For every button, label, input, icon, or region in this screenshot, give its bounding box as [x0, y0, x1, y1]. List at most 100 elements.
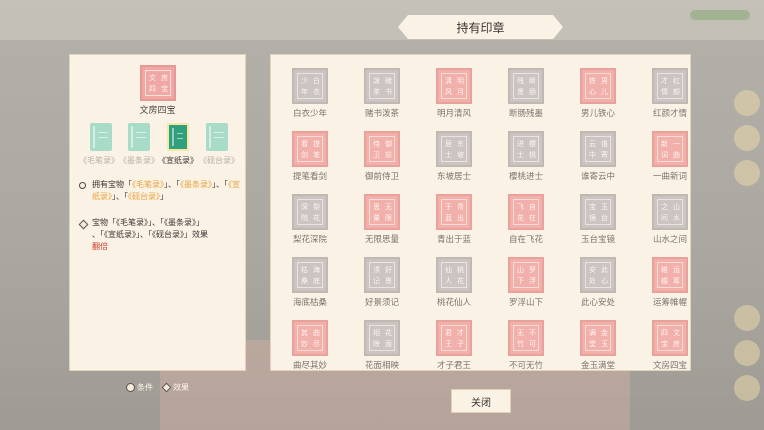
featured-seal-glyph: 文: [149, 74, 156, 82]
seal-item[interactable]: 泼赌茶书赌书泼茶: [352, 65, 412, 125]
seal-glyph: 罗: [529, 266, 536, 274]
seal-item[interactable]: 于青蓝出青出于蓝: [424, 191, 484, 251]
seal-glyph: 帷: [661, 266, 668, 274]
seal-item[interactable]: 须好记景好景须记: [352, 254, 412, 314]
book-icon-maobi[interactable]: [90, 123, 112, 151]
seal-glyph: 儿: [601, 88, 608, 96]
seal-name: 红颜才情: [652, 109, 687, 119]
seal-glyph: 自: [529, 203, 536, 211]
book-icon-motiao[interactable]: [128, 123, 150, 151]
seal-item[interactable]: 其曲妙尽曲尽其妙: [280, 317, 340, 377]
seal-glyph: 玉: [601, 203, 608, 211]
seal-name: 樱桃进士: [508, 172, 543, 182]
seal-glyph: 山: [517, 266, 524, 274]
book-icon-xuanzhi[interactable]: [167, 123, 189, 151]
seal-grid-panel: 少白年衣白衣少年泼赌茶书赌书泼茶清明风月明月清风残断墨肠断肠残墨铁男心儿男儿铁心…: [270, 54, 691, 371]
seal-item[interactable]: 居东士坡东坡居士: [424, 128, 484, 188]
seal-glyph: 御: [385, 140, 392, 148]
seal-item[interactable]: 云谁中寄谁寄云中: [568, 128, 628, 188]
background-side-button: [734, 160, 760, 186]
close-button[interactable]: 关闭: [451, 389, 511, 413]
seal-glyph: 卫: [373, 151, 380, 159]
seal-name: 才子君王: [436, 361, 471, 371]
seal-glyph: 之: [661, 203, 668, 211]
seal-glyph: 风: [445, 88, 452, 96]
seal-icon: 于青蓝出: [436, 194, 472, 230]
seal-icon: 宝玉镜台: [580, 194, 616, 230]
seal-glyph: 间: [661, 214, 668, 222]
seal-item[interactable]: 思无量限无限思量: [352, 191, 412, 251]
seal-name: 谁寄云中: [580, 172, 615, 182]
seal-glyph: 白: [313, 77, 320, 85]
seal-glyph: 须: [373, 266, 380, 274]
seal-glyph: 樱: [529, 140, 536, 148]
seal-glyph: 限: [385, 214, 392, 222]
seal-name: 男儿铁心: [580, 109, 615, 119]
seal-item[interactable]: 铁男心儿男儿铁心: [568, 65, 628, 125]
seal-item[interactable]: 看提剑笔提笔看剑: [280, 128, 340, 188]
seal-glyph: 筹: [673, 277, 680, 285]
seal-icon: 帷运幄筹: [652, 257, 688, 293]
seal-item[interactable]: 君才王子才子君王: [424, 317, 484, 377]
seal-item[interactable]: 深梨院花梨花深院: [280, 191, 340, 251]
seal-glyph: 在: [529, 214, 536, 222]
seal-item[interactable]: 帷运幄筹运筹帷幄: [640, 254, 700, 314]
seal-glyph: 士: [445, 151, 452, 159]
seal-icon: 深梨院花: [292, 194, 328, 230]
dialog-title: 持有印章: [398, 15, 563, 39]
seal-glyph: 男: [601, 77, 608, 85]
seal-item[interactable]: 安此处心此心安处: [568, 254, 628, 314]
seal-glyph: 浮: [529, 277, 536, 285]
book-label: 《砚台录》: [199, 156, 239, 165]
seal-icon: 安此处心: [580, 257, 616, 293]
seal-glyph: 红: [673, 77, 680, 85]
seal-glyph: 于: [445, 203, 452, 211]
seal-glyph: 底: [313, 277, 320, 285]
seal-glyph: 才: [661, 77, 668, 85]
seal-item[interactable]: 进樱士桃樱桃进士: [496, 128, 556, 188]
seal-item[interactable]: 枯海桑底海底枯桑: [280, 254, 340, 314]
seal-glyph: 明: [457, 77, 464, 85]
seal-item[interactable]: 山罗下浮罗浮山下: [496, 254, 556, 314]
seal-name: 桃花仙人: [436, 298, 471, 308]
seal-glyph: 此: [601, 266, 608, 274]
seal-item[interactable]: 残断墨肠断肠残墨: [496, 65, 556, 125]
seal-glyph: 可: [529, 340, 536, 348]
seal-glyph: 相: [373, 329, 380, 337]
seal-name: 御前侍卫: [364, 172, 399, 182]
seal-item[interactable]: 侍御卫前御前侍卫: [352, 128, 412, 188]
seal-glyph: 断: [529, 77, 536, 85]
seal-item[interactable]: 清明风月明月清风: [424, 65, 484, 125]
seal-icon: 居东士坡: [436, 131, 472, 167]
seal-name: 山水之间: [652, 235, 687, 245]
seal-glyph: 少: [301, 77, 308, 85]
book-icon-yantai[interactable]: [206, 123, 228, 151]
effect-icon: [78, 219, 89, 230]
seal-name: 青出于蓝: [436, 235, 471, 245]
seal-icon: 相花映面: [364, 320, 400, 356]
seal-icon: 须好记景: [364, 257, 400, 293]
seal-item[interactable]: 仙桃人花桃花仙人: [424, 254, 484, 314]
seal-name: 玉台宝镜: [580, 235, 615, 245]
seal-item[interactable]: 飞自花在自在飞花: [496, 191, 556, 251]
seal-item[interactable]: 之山间水山水之间: [640, 191, 700, 251]
seal-icon: 山罗下浮: [508, 257, 544, 293]
seal-glyph: 心: [601, 277, 608, 285]
featured-seal-glyph: 宝: [161, 85, 168, 93]
seal-name: 运筹帷幄: [652, 298, 687, 308]
seal-glyph: 人: [445, 277, 452, 285]
seal-item[interactable]: 四文宝房文房四宝: [640, 317, 700, 377]
seal-glyph: 安: [589, 266, 596, 274]
seal-item[interactable]: 无不竹可不可无竹: [496, 317, 556, 377]
seal-item[interactable]: 相花映面花面相映: [352, 317, 412, 377]
seal-item[interactable]: 少白年衣白衣少年: [280, 65, 340, 125]
seal-glyph: 无: [385, 203, 392, 211]
seal-glyph: 桃: [529, 151, 536, 159]
seal-item[interactable]: 满金堂玉金玉满堂: [568, 317, 628, 377]
seal-item[interactable]: 新一词曲一曲新词: [640, 128, 700, 188]
background-side-button: [734, 90, 760, 116]
seal-glyph: 台: [601, 214, 608, 222]
seal-icon: 泼赌茶书: [364, 68, 400, 104]
seal-item[interactable]: 才红情颜红颜才情: [640, 65, 700, 125]
seal-item[interactable]: 宝玉镜台玉台宝镜: [568, 191, 628, 251]
